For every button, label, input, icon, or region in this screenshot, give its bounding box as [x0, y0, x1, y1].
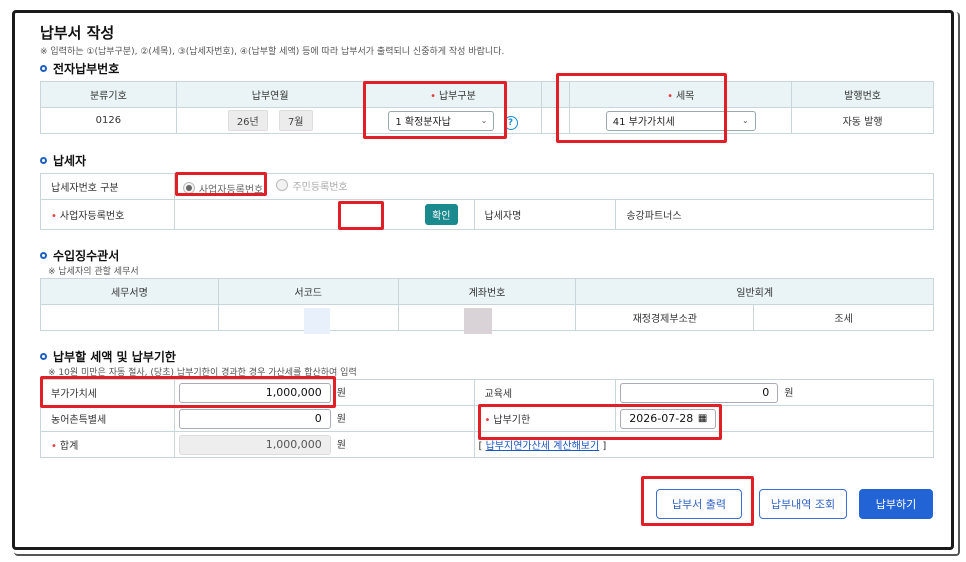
total-input: 1,000,000	[178, 434, 331, 455]
month-chip: 7월	[278, 110, 313, 131]
radio-business-label: 사업자등록번호	[198, 184, 264, 196]
section-title-text: 수입징수관서	[53, 249, 120, 263]
header-office-code: 서코드	[217, 278, 399, 305]
bullet-icon	[40, 157, 47, 164]
vat-label: 부가가치세	[40, 379, 175, 406]
radio-business-number[interactable]: 사업자등록번호	[182, 181, 264, 196]
due-label-cell: • 납부기한	[473, 405, 617, 432]
due-cell: 2026-07-28 ▦	[615, 405, 934, 432]
due-date-value: 2026-07-28	[629, 412, 694, 425]
brn-label-cell: • 사업자등록번호	[40, 199, 175, 230]
radio-resident-label: 주민등록번호	[292, 181, 348, 193]
id-type-label: 납세자번호 구분	[40, 173, 175, 200]
chevron-down-icon: ⌄	[742, 116, 749, 125]
edu-label: 교육세	[473, 379, 617, 406]
tax-amount-table: 부가가치세 1,000,000 원 교육세 0원 농어촌특별세 0원 • 납부기한 …	[40, 379, 934, 458]
page-title: 납부서 작성	[40, 24, 115, 42]
radio-empty-icon	[276, 179, 289, 191]
spacer-cell	[541, 107, 571, 134]
section-title-office: 수입징수관서	[40, 247, 119, 264]
late-fee-link[interactable]: 납부지연가산세 계산해보기	[486, 441, 600, 452]
unit-label: 원	[336, 414, 346, 425]
bullet-icon	[40, 353, 47, 360]
edu-cell: 0원	[615, 379, 934, 406]
brn-label: 사업자등록번호	[59, 211, 125, 222]
bullet-icon	[40, 65, 47, 72]
redacted-mask	[464, 308, 492, 334]
taxpayer-name: 송강파트너스	[615, 199, 934, 230]
classification-code: 0126	[40, 107, 177, 134]
payment-type-select[interactable]: 1 확정분자납 ⌄	[388, 110, 495, 131]
payment-type-cell: 1 확정분자납 ⌄ ?	[363, 107, 543, 134]
header-issue-number: 발행번호	[791, 81, 934, 108]
ministry-cell: 재정경제부소관	[575, 304, 755, 331]
issue-number: 자동 발행	[791, 107, 934, 134]
confirm-button[interactable]: 확인	[425, 204, 458, 225]
section-title-payment-number: 전자납부번호	[40, 60, 119, 77]
due-date-input[interactable]: 2026-07-28 ▦	[620, 408, 717, 429]
due-label: 납부기한	[493, 415, 531, 426]
rural-cell: 0원	[173, 405, 475, 432]
unit-label: 원	[784, 388, 794, 399]
taxpayer-name-label: 납세자명	[473, 199, 617, 230]
vat-input[interactable]: 1,000,000	[178, 382, 331, 403]
header-spacer	[541, 81, 571, 108]
pay-button[interactable]: 납부하기	[859, 489, 933, 519]
radio-selected-icon	[182, 182, 195, 194]
year-month-cell: 26년 7월	[175, 107, 365, 134]
header-tax-item: • 세목	[569, 81, 793, 108]
bullet-icon	[40, 252, 47, 259]
header-year-month: 납부연월	[175, 81, 365, 108]
tax-cell: 조세	[753, 304, 934, 331]
id-type-cell: 사업자등록번호 주민등록번호	[173, 173, 935, 200]
section-title-text: 납세자	[53, 154, 87, 168]
tax-amount-note: ※ 10원 미만은 자동 절사, (당초) 납부기한이 경과한 경우 가산세를 …	[48, 368, 357, 378]
payment-number-table: 분류기호 납부연월 • 납부구분 • 세목 발행번호 0126 26년 7월 1 확…	[40, 81, 934, 134]
tax-item-cell: 41 부가가치세 ⌄	[569, 107, 793, 134]
help-icon[interactable]: ?	[503, 116, 518, 130]
office-name-cell	[40, 304, 219, 331]
total-label-cell: • 합계	[40, 431, 175, 458]
calendar-icon[interactable]: ▦	[698, 413, 707, 424]
total-cell: 1,000,000 원	[173, 431, 475, 458]
rural-input[interactable]: 0	[178, 408, 331, 429]
unit-label: 원	[336, 388, 346, 399]
section-title-text: 전자납부번호	[53, 62, 120, 76]
unit-label: 원	[336, 440, 346, 451]
print-button[interactable]: 납부서 출력	[656, 489, 742, 519]
redacted-mask	[304, 308, 330, 334]
office-note: ※ 납세자의 관할 세무서	[48, 267, 139, 277]
header-general-account: 일반회계	[575, 278, 934, 305]
payment-type-value: 1 확정분자납	[395, 117, 451, 128]
late-fee-cell: [ 납부지연가산세 계산해보기 ]	[473, 431, 934, 458]
edu-input[interactable]: 0	[620, 382, 779, 403]
header-account-number: 계좌번호	[397, 278, 577, 305]
rural-label: 농어촌특별세	[40, 405, 175, 432]
section-title-text: 납부할 세액 및 납부기한	[53, 350, 176, 364]
radio-resident-number[interactable]: 주민등록번호	[276, 178, 348, 193]
total-label: 합계	[59, 441, 79, 452]
vat-cell: 1,000,000 원	[173, 379, 475, 406]
header-classification: 분류기호	[40, 81, 177, 108]
tax-item-value: 41 부가가치세	[612, 117, 675, 128]
section-title-taxpayer: 납세자	[40, 152, 86, 169]
history-button[interactable]: 납부내역 조회	[759, 489, 847, 519]
chevron-down-icon: ⌄	[480, 116, 488, 125]
page-note: ※ 입력하는 ①(납부구분), ②(세목), ③(납세자번호), ④(납부할 세…	[40, 47, 505, 57]
taxpayer-table: 납세자번호 구분 사업자등록번호 주민등록번호 • 사업자등록번호 확인 납세자명…	[40, 173, 935, 230]
section-title-tax-amount: 납부할 세액 및 납부기한	[40, 348, 176, 365]
header-payment-type: • 납부구분	[363, 81, 543, 108]
header-office-name: 세무서명	[40, 278, 219, 305]
brn-cell: 확인	[173, 199, 475, 230]
tax-item-select[interactable]: 41 부가가치세 ⌄	[605, 110, 756, 131]
year-chip: 26년	[227, 110, 268, 131]
